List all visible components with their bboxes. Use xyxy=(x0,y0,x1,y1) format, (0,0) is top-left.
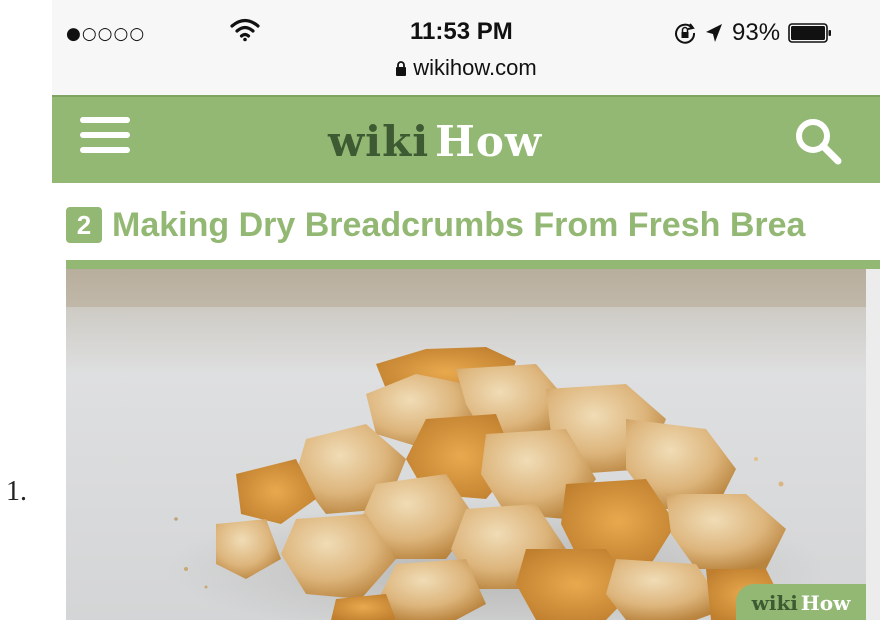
rotation-lock-icon xyxy=(675,23,696,44)
status-indicators: 93% xyxy=(674,18,832,48)
url-text: wikihow.com xyxy=(413,55,537,80)
search-icon[interactable] xyxy=(792,115,844,167)
step-image: wiki How xyxy=(66,269,866,620)
image-right-edge xyxy=(866,269,880,620)
watermark-wiki-text: wiki xyxy=(751,591,798,615)
page: 1. ●○○○○ 11:53 PM 93% wikihow.com wiki H… xyxy=(0,0,880,620)
step-number-badge: 2 xyxy=(66,207,102,243)
watermark-how-text: How xyxy=(800,591,851,615)
address-bar[interactable]: wikihow.com xyxy=(52,55,880,81)
step-title-text: Making Dry Breadcrumbs From Fresh Brea xyxy=(112,205,806,244)
phone-screenshot: ●○○○○ 11:53 PM 93% wikihow.com wiki How … xyxy=(52,0,880,620)
lock-icon xyxy=(396,61,407,76)
image-watermark: wiki How xyxy=(736,584,866,620)
cell-signal-indicator: ●○○○○ xyxy=(66,24,146,44)
status-time: 11:53 PM xyxy=(410,18,513,45)
site-header: wiki How xyxy=(52,95,880,183)
battery-icon xyxy=(788,23,832,43)
battery-percent: 93% xyxy=(732,19,781,46)
logo-wiki-text: wiki xyxy=(328,117,430,166)
list-marker: 1. xyxy=(6,476,27,507)
site-logo[interactable]: wiki How xyxy=(328,117,542,166)
hamburger-menu-icon[interactable] xyxy=(80,117,130,157)
step-heading: 2 Making Dry Breadcrumbs From Fresh Brea xyxy=(66,203,805,247)
status-bar: ●○○○○ 11:53 PM 93% wikihow.com xyxy=(52,0,880,95)
wifi-icon xyxy=(230,18,260,42)
step-heading-underline xyxy=(66,260,880,269)
logo-how-text: How xyxy=(435,117,543,166)
location-arrow-icon xyxy=(706,24,722,42)
